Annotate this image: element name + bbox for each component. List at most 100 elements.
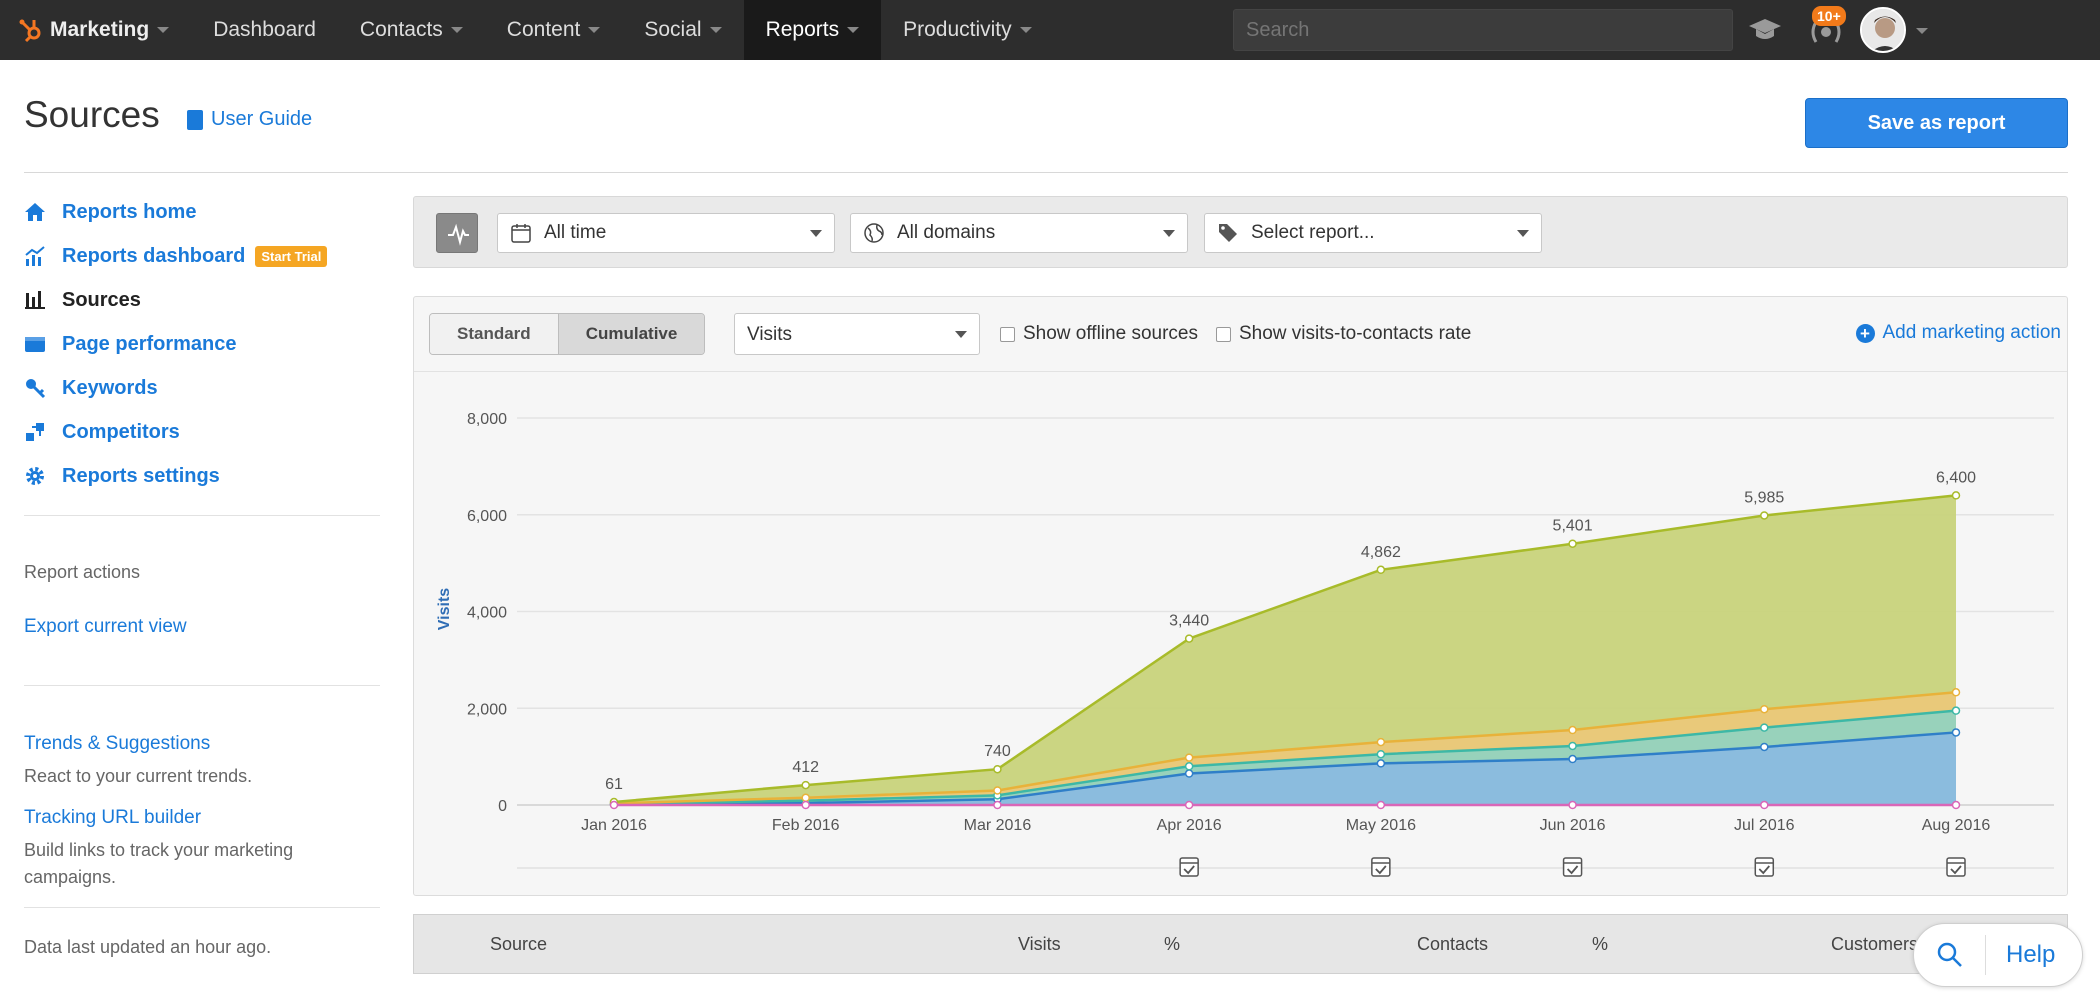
save-as-report-button[interactable]: Save as report: [1805, 98, 2068, 148]
chevron-down-icon: [709, 27, 722, 33]
y-tick-label: 2,000: [467, 701, 507, 718]
domains-dropdown[interactable]: All domains: [850, 213, 1188, 253]
tracking-url-builder-link[interactable]: Tracking URL builder: [24, 807, 201, 829]
help-label[interactable]: Help: [1986, 941, 2055, 969]
nav-brand-marketing[interactable]: Marketing: [0, 0, 191, 60]
select-report-dropdown[interactable]: Select report...: [1204, 213, 1542, 253]
data-point: [1951, 688, 1961, 697]
x-tick-label: Feb 2016: [772, 817, 840, 834]
column-header-customers[interactable]: Customers: [1831, 934, 1918, 955]
data-point: [801, 793, 810, 802]
help-widget[interactable]: Help: [1913, 923, 2083, 987]
visits-area-chart: 0 2,000 4,000 6,000 8,000 Visits 61 412 740 3,440…: [436, 411, 2054, 877]
sidebar-item-page-performance[interactable]: Page performance: [24, 322, 380, 366]
data-label: 61: [605, 776, 623, 793]
data-label: 3,440: [1169, 613, 1209, 630]
column-header-contacts[interactable]: Contacts: [1417, 934, 1488, 955]
marketing-action-icon: [1946, 857, 1966, 877]
competitors-icon: [24, 421, 46, 443]
x-tick-label: Aug 2016: [1922, 817, 1991, 834]
data-point: [1760, 704, 1769, 714]
nav-social[interactable]: Social: [622, 0, 743, 60]
graduation-cap-icon[interactable]: [1748, 16, 1782, 44]
data-point: [1568, 800, 1577, 810]
page-icon: [24, 333, 46, 355]
home-icon: [24, 201, 46, 223]
nav-reports[interactable]: Reports: [743, 0, 882, 60]
data-point: [1184, 769, 1194, 778]
hubspot-logo-icon: [19, 19, 41, 43]
sidebar-item-reports-settings[interactable]: Reports settings: [24, 454, 380, 498]
time-range-dropdown[interactable]: All time: [497, 213, 835, 253]
search-input[interactable]: [1233, 9, 1733, 51]
sidebar-divider: [24, 515, 380, 516]
start-trial-badge[interactable]: Start Trial: [255, 245, 328, 267]
marketing-action-icon: [1371, 857, 1391, 877]
select-report-value: Select report...: [1251, 222, 1375, 243]
data-point: [1376, 800, 1386, 810]
data-point: [1951, 800, 1961, 810]
nav-label: Contacts: [359, 18, 443, 41]
data-point: [1184, 762, 1194, 771]
header-divider: [24, 172, 2068, 173]
data-label: 5,985: [1744, 489, 1784, 506]
data-point: [1568, 741, 1577, 751]
trends-suggestions-link[interactable]: Trends & Suggestions: [24, 733, 210, 755]
marketing-action-icon: [1179, 857, 1199, 877]
sidebar-item-competitors[interactable]: Competitors: [24, 410, 380, 454]
calendar-icon: [511, 224, 531, 243]
sidebar-item-keywords[interactable]: Keywords: [24, 366, 380, 410]
avatar[interactable]: [1860, 7, 1906, 53]
user-guide-link[interactable]: User Guide: [187, 108, 312, 131]
domains-value: All domains: [897, 222, 996, 243]
nav-brand-label: Marketing: [50, 18, 150, 41]
tracking-description: Build links to track your marketing camp…: [24, 840, 294, 887]
nav-contacts[interactable]: Contacts: [338, 0, 485, 60]
data-point: [1376, 737, 1386, 747]
data-point: [1376, 749, 1386, 759]
nav-dashboard[interactable]: Dashboard: [191, 0, 338, 60]
sidebar-item-label: Sources: [62, 288, 141, 311]
bar-chart-icon: [24, 289, 46, 311]
sidebar-item-sources[interactable]: Sources: [24, 278, 380, 322]
nav-label: Content: [506, 18, 581, 41]
column-header-visits[interactable]: Visits: [1018, 934, 1061, 955]
data-point: [1184, 800, 1194, 810]
x-tick-label: Jun 2016: [1540, 817, 1606, 834]
chevron-down-icon: [157, 27, 170, 33]
nav-label: Dashboard: [213, 18, 316, 41]
data-label: 5,401: [1553, 518, 1593, 535]
data-point: [801, 780, 810, 790]
sidebar-item-label: Keywords: [62, 376, 158, 399]
export-current-view-link[interactable]: Export current view: [24, 616, 187, 638]
data-point: [1951, 491, 1961, 500]
x-tick-label: Jan 2016: [581, 817, 647, 834]
x-tick-label: May 2016: [1346, 817, 1416, 834]
top-nav: Marketing Dashboard Contacts Content Soc…: [0, 0, 2100, 60]
page-title: Sources: [24, 94, 160, 135]
column-header-visits-percent[interactable]: %: [1164, 934, 1180, 955]
column-header-contacts-percent[interactable]: %: [1592, 934, 1608, 955]
column-header-source[interactable]: Source: [490, 934, 547, 955]
chevron-down-icon[interactable]: [1916, 28, 1928, 34]
book-icon: [187, 109, 203, 130]
data-point: [1760, 800, 1769, 810]
data-point: [1568, 754, 1577, 764]
data-point: [1376, 565, 1386, 575]
sidebar-item-reports-home[interactable]: Reports home: [24, 190, 380, 234]
pulse-toggle-button[interactable]: [436, 213, 478, 253]
search-icon[interactable]: [1914, 935, 1986, 975]
tag-icon: [1219, 224, 1237, 242]
nav-productivity[interactable]: Productivity: [881, 0, 1054, 60]
nav-content[interactable]: Content: [485, 0, 623, 60]
data-label: 412: [792, 759, 819, 776]
sidebar-item-label: Reports dashboard: [62, 244, 246, 267]
marketing-action-icon: [1562, 857, 1583, 877]
x-tick-label: Mar 2016: [964, 817, 1032, 834]
sidebar-divider: [24, 907, 380, 908]
sidebar-item-reports-dashboard[interactable]: Reports dashboard Start Trial: [24, 234, 380, 278]
x-tick-label: Jul 2016: [1734, 817, 1795, 834]
sidebar-item-label: Reports settings: [62, 464, 220, 487]
y-axis-label: Visits: [436, 588, 453, 631]
gear-icon: [24, 465, 46, 487]
